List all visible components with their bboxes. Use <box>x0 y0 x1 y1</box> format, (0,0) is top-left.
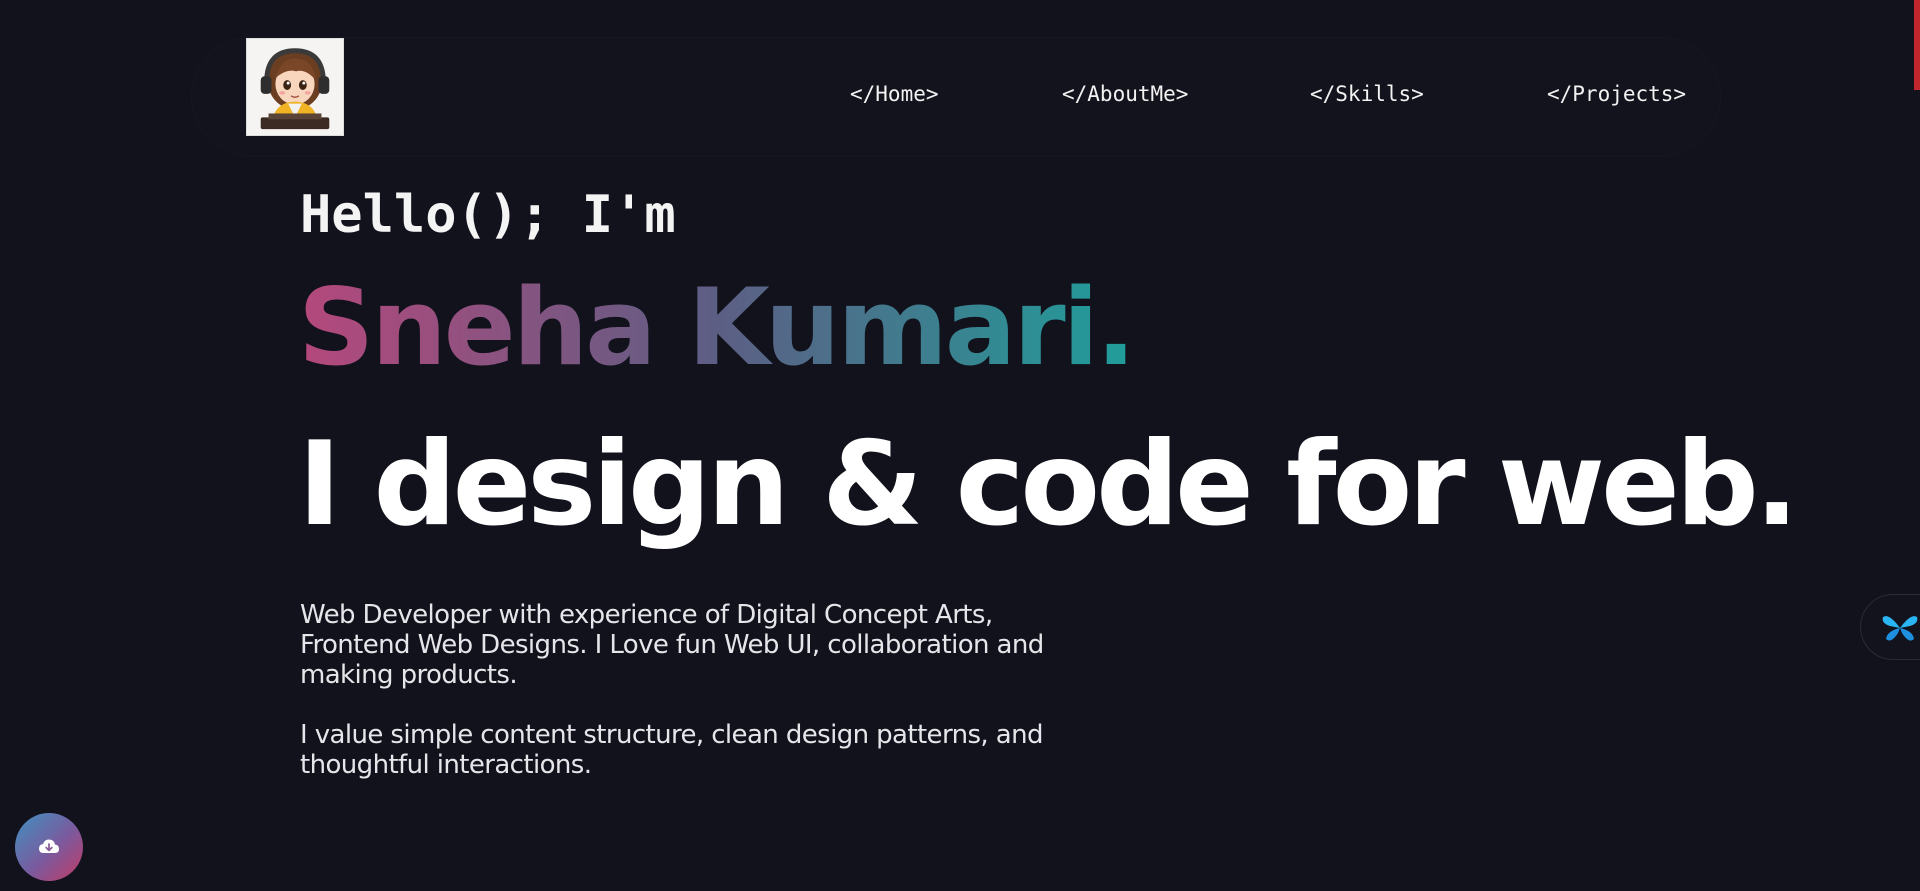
nav-link-about-me[interactable]: </AboutMe> <box>1062 82 1188 106</box>
butterfly-icon <box>1882 616 1918 641</box>
intro-paragraph: Web Developer with experience of Digital… <box>300 600 1044 690</box>
hero-name: Sneha Kumari. <box>298 266 1136 389</box>
hero-greeting: Hello(); I'm <box>300 185 676 245</box>
scrollbar-thumb[interactable] <box>1914 0 1920 90</box>
nav-link-skills[interactable]: </Skills> <box>1310 82 1424 106</box>
side-widget-button[interactable] <box>1860 594 1920 660</box>
nav-link-home[interactable]: </Home> <box>850 82 939 106</box>
nav-link-projects[interactable]: </Projects> <box>1547 82 1686 106</box>
navbar: </Home> </AboutMe> </Skills> </Projects> <box>192 38 1720 156</box>
cloud-download-icon <box>39 839 59 853</box>
download-resume-button[interactable] <box>15 813 83 881</box>
portfolio-page: </Home> </AboutMe> </Skills> </Projects>… <box>0 0 1920 891</box>
intro-paragraph: I value simple content structure, clean … <box>300 720 1043 780</box>
hero-intro: Web Developer with experience of Digital… <box>300 600 1100 810</box>
nav-links: </Home> </AboutMe> </Skills> </Projects> <box>192 38 1720 156</box>
hero-tagline: I design & code for web. <box>298 417 1799 552</box>
